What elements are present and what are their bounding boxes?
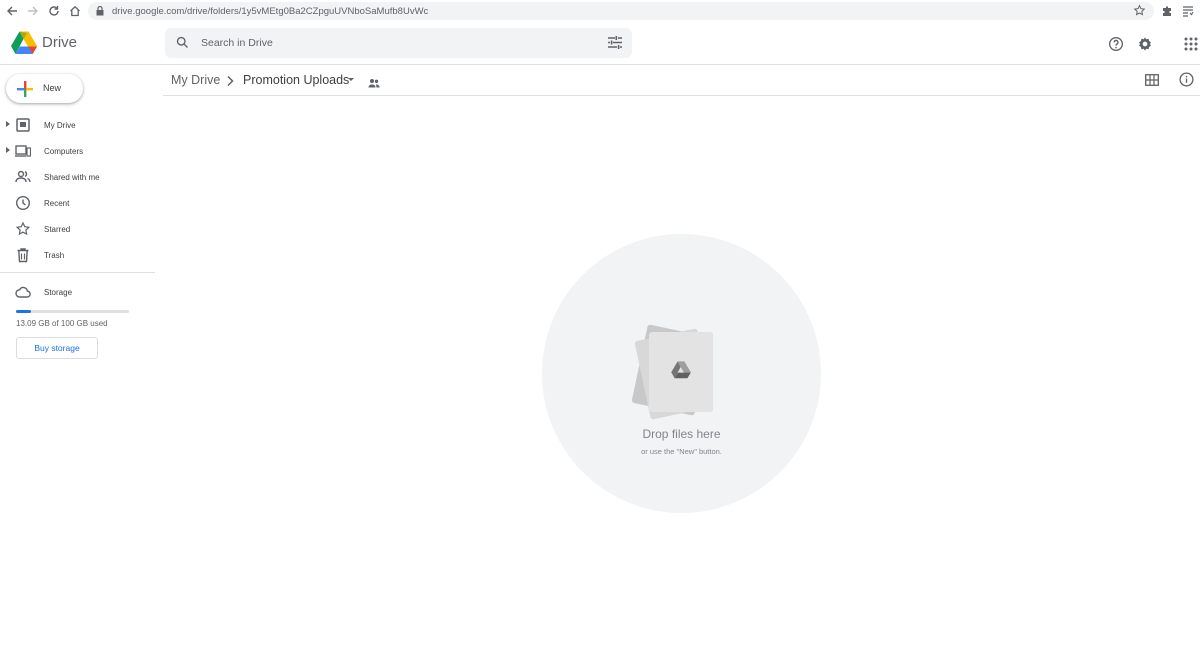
storage-usage-text: 13.09 GB of 100 GB used [16,319,108,328]
back-icon[interactable] [4,3,20,19]
sidebar-item-storage[interactable]: Storage [0,280,155,304]
help-icon[interactable] [1106,34,1126,54]
info-icon[interactable] [1179,72,1194,92]
extensions-icon[interactable] [1159,3,1175,19]
apps-grid-icon[interactable] [1181,34,1200,54]
drive-logo-icon[interactable] [11,31,37,55]
grid-view-icon[interactable] [1145,73,1159,91]
browser-toolbar: drive.google.com/drive/folders/1y5vMEtg0… [0,0,1200,22]
cloud-icon [15,284,31,300]
sidebar-item-trash[interactable]: Trash [0,243,155,267]
sidebar-item-label: Shared with me [44,173,100,182]
breadcrumb-my-drive[interactable]: My Drive [171,73,220,87]
sidebar-item-label: Computers [44,147,84,156]
sidebar-item-shared-with-me[interactable]: Shared with me [0,165,155,189]
sidebar-item-label: Recent [44,199,70,208]
new-button-label: New [43,83,62,93]
computers-icon [15,143,32,159]
my-drive-icon [15,117,31,133]
url-text: drive.google.com/drive/folders/1y5vMEtg0… [112,5,429,17]
drop-files-subtitle: or use the "New" button. [641,447,722,456]
reading-list-icon[interactable] [1180,3,1196,19]
search-bar[interactable]: Search in Drive [165,28,632,58]
app-title: Drive [42,34,78,51]
new-button[interactable]: New [6,74,83,103]
lock-icon [96,6,106,16]
buy-storage-button[interactable]: Buy storage [16,337,98,359]
chevron-right-icon [225,74,235,92]
shared-folder-icon [368,75,380,93]
search-options-icon[interactable] [608,36,622,54]
app-header: Drive Search in Drive [0,22,1200,65]
clock-icon [15,195,31,211]
folder-menu-dropdown-icon[interactable] [348,78,354,81]
sidebar-divider [0,272,155,273]
breadcrumb: My Drive Promotion Uploads [163,65,1200,96]
reload-icon[interactable] [46,3,62,19]
breadcrumb-current-folder[interactable]: Promotion Uploads [243,73,349,87]
storage-usage-bar [16,310,129,313]
search-input[interactable]: Search in Drive [201,37,273,49]
drop-files-title: Drop files here [642,427,721,441]
expand-arrow-icon[interactable] [6,147,10,153]
address-bar[interactable]: drive.google.com/drive/folders/1y5vMEtg0… [88,2,1154,20]
star-icon [15,221,31,237]
drive-logo-gray-icon [671,361,691,384]
settings-gear-icon[interactable] [1135,34,1155,54]
storage-label: Storage [44,288,73,297]
shared-icon [15,169,31,185]
trash-icon [15,247,31,263]
storage-usage-fill [16,310,31,313]
drop-zone[interactable]: Drop files here or use the "New" button. [542,234,821,513]
expand-arrow-icon[interactable] [6,121,10,127]
sidebar-item-label: Starred [44,225,71,234]
bookmark-star-icon[interactable] [1133,4,1146,22]
sidebar-item-computers[interactable]: Computers [0,139,155,163]
sidebar-item-label: Trash [44,251,65,260]
sidebar-item-starred[interactable]: Starred [0,217,155,241]
sidebar-item-recent[interactable]: Recent [0,191,155,215]
sidebar-item-my-drive[interactable]: My Drive [0,113,155,137]
home-icon[interactable] [67,3,83,19]
plus-icon [16,80,34,103]
forward-icon[interactable] [25,3,41,19]
search-icon[interactable] [175,35,190,55]
sidebar-item-label: My Drive [44,121,76,130]
